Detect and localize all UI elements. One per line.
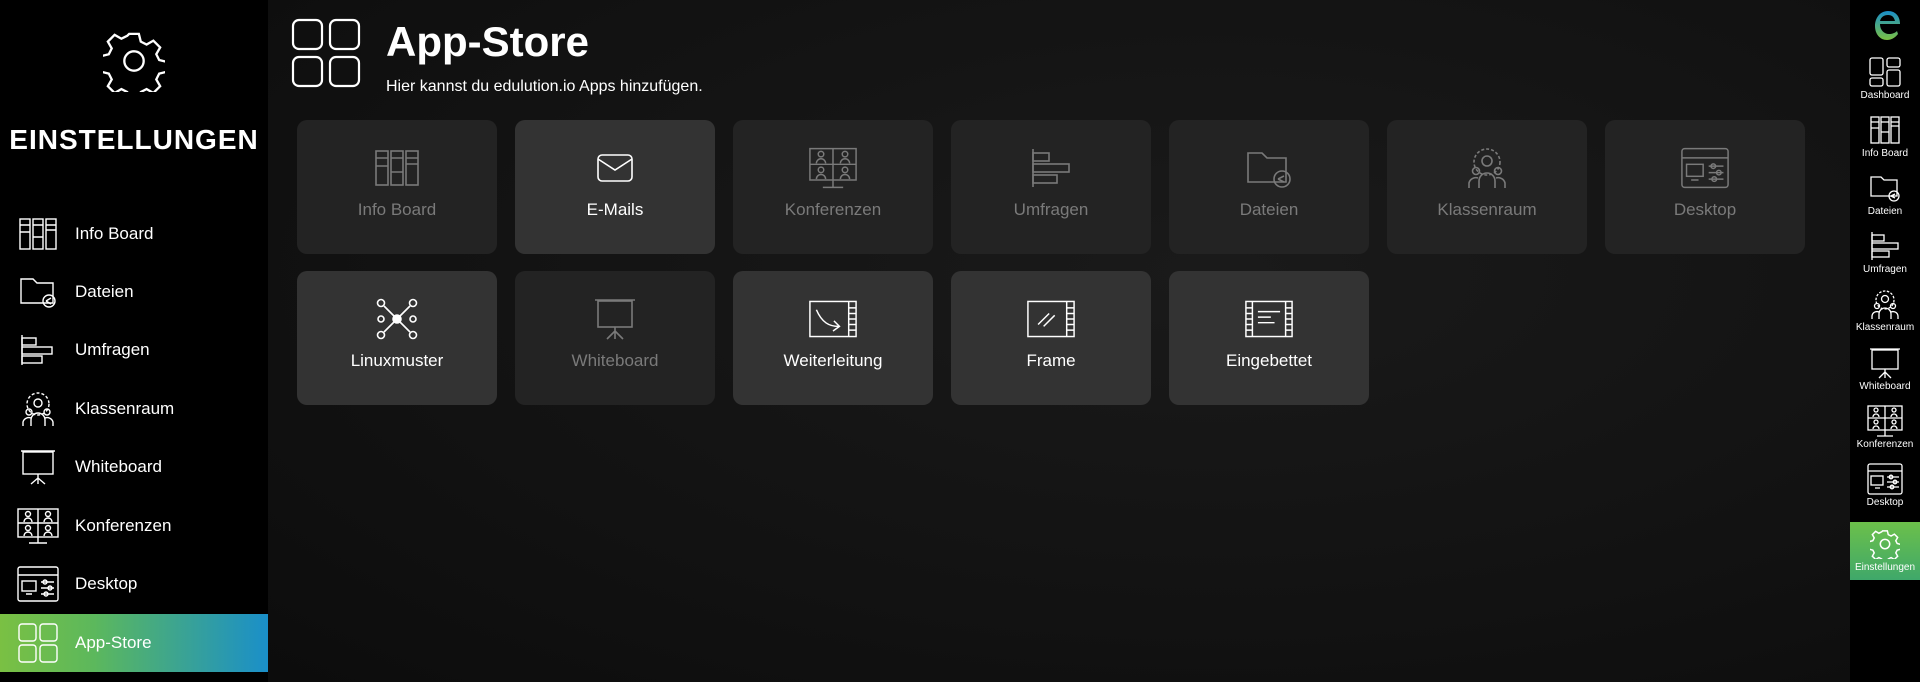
rail-item-desktop[interactable]: Desktop (1850, 457, 1920, 515)
sidebar-item-klassenraum[interactable]: Klassenraum (0, 380, 268, 438)
app-tile-konferenzen[interactable]: Konferenzen (733, 120, 933, 254)
app-store-icon (291, 18, 361, 88)
embedded-icon (1245, 297, 1293, 341)
sidebar-item-dateien[interactable]: Dateien (0, 263, 268, 321)
sidebar-item-label: Umfragen (75, 340, 150, 359)
app-tile-label: E-Mails (586, 200, 644, 219)
rail-item-label: Dateien (1867, 206, 1903, 217)
mail-icon (591, 146, 639, 190)
classroom-icon (1867, 288, 1903, 320)
linuxmuster-network-icon (373, 297, 421, 341)
rail-item-label: Klassenraum (1855, 322, 1915, 333)
sidebar-title: EINSTELLUNGEN (9, 124, 259, 155)
rail-item-whiteboard[interactable]: Whiteboard (1850, 341, 1920, 399)
rail-item-label: Whiteboard (1859, 381, 1911, 392)
info-board-icon (373, 146, 421, 190)
page-title: App-Store (386, 18, 589, 65)
app-tile-label: Eingebettet (1225, 351, 1312, 370)
app-tile-label: Info Board (357, 200, 437, 219)
sidebar-item-umfragen[interactable]: Umfragen (0, 321, 268, 379)
sidebar-item-desktop[interactable]: Desktop (0, 555, 268, 613)
frame-icon (1027, 297, 1075, 341)
gear-icon (103, 32, 165, 92)
sidebar-item-whiteboard[interactable]: Whiteboard (0, 438, 268, 496)
app-tile-linuxmuster[interactable]: Linuxmuster (297, 271, 497, 405)
app-tile-frame[interactable]: Frame (951, 271, 1151, 405)
app-tile-klassenraum[interactable]: Klassenraum (1387, 120, 1587, 254)
app-tile-label: Dateien (1239, 200, 1299, 219)
app-tile-e-mails[interactable]: E-Mails (515, 120, 715, 254)
rail-item-umfragen[interactable]: Umfragen (1850, 224, 1920, 282)
survey-bars-icon (1027, 146, 1075, 190)
edulution-logo-icon (1875, 11, 1900, 40)
sidebar-item-info-board[interactable]: Info Board (0, 205, 268, 263)
desktop-icon (1867, 463, 1903, 495)
app-tile-label: Linuxmuster (350, 351, 444, 370)
app-tile-whiteboard[interactable]: Whiteboard (515, 271, 715, 405)
sidebar-item-label: Info Board (75, 224, 154, 243)
whiteboard-icon (591, 297, 639, 341)
sidebar-item-label: App-Store (75, 633, 152, 652)
gear-icon (1867, 528, 1903, 560)
rail-item-label: Dashboard (1860, 90, 1910, 101)
conference-icon (1867, 405, 1903, 437)
rail-item-dashboard[interactable]: Dashboard (1850, 50, 1920, 108)
rail-item-label: Konferenzen (1856, 439, 1914, 450)
survey-bars-icon (17, 329, 59, 371)
app-tile-label: Desktop (1673, 200, 1737, 219)
folder-share-icon (17, 271, 59, 313)
desktop-icon (17, 563, 59, 605)
info-board-icon (1867, 114, 1903, 146)
sidebar-item-konferenzen[interactable]: Konferenzen (0, 497, 268, 555)
dashboard-icon (1867, 56, 1903, 88)
app-tile-info-board[interactable]: Info Board (297, 120, 497, 254)
rail-item-label: Einstellungen (1854, 562, 1916, 573)
rail-item-label: Info Board (1861, 148, 1909, 159)
rail-item-info-board[interactable]: Info Board (1850, 108, 1920, 166)
survey-bars-icon (1867, 230, 1903, 262)
classroom-icon (1463, 146, 1511, 190)
info-board-icon (17, 213, 59, 255)
conference-icon (809, 146, 857, 190)
folder-share-icon (1867, 172, 1903, 204)
classroom-icon (17, 388, 59, 430)
sidebar-item-label: Klassenraum (75, 399, 175, 418)
rail-item-label: Umfragen (1863, 264, 1907, 275)
app-store-icon (17, 622, 59, 664)
sidebar-item-label: Konferenzen (75, 516, 172, 535)
rail-item-konferenzen[interactable]: Konferenzen (1850, 399, 1920, 457)
rail-item-label: Desktop (1866, 497, 1904, 508)
whiteboard-icon (17, 446, 59, 488)
app-tile-dateien[interactable]: Dateien (1169, 120, 1369, 254)
app-tile-label: Klassenraum (1437, 200, 1537, 219)
sidebar-item-label: Desktop (75, 574, 138, 593)
folder-share-icon (1245, 146, 1293, 190)
conference-icon (17, 505, 59, 547)
whiteboard-icon (1867, 347, 1903, 379)
rail-item-klassenraum[interactable]: Klassenraum (1850, 282, 1920, 340)
sidebar-item-label: Whiteboard (75, 457, 162, 476)
page-subtitle: Hier kannst du edulution.io Apps hinzufü… (386, 78, 703, 95)
app-tile-eingebettet[interactable]: Eingebettet (1169, 271, 1369, 405)
rail-item-dateien[interactable]: Dateien (1850, 166, 1920, 224)
app-tile-label: Whiteboard (571, 351, 659, 370)
sidebar-item-app-store[interactable]: App-Store (0, 614, 268, 672)
app-tile-label: Konferenzen (784, 200, 882, 219)
app-tile-label: Weiterleitung (783, 351, 883, 370)
app-tile-umfragen[interactable]: Umfragen (951, 120, 1151, 254)
app-tile-label: Frame (1026, 351, 1076, 370)
forwarding-icon (809, 297, 857, 341)
rail-item-einstellungen[interactable]: Einstellungen (1850, 522, 1920, 580)
app-tile-desktop[interactable]: Desktop (1605, 120, 1805, 254)
sidebar-item-label: Dateien (75, 282, 134, 301)
app-tile-weiterleitung[interactable]: Weiterleitung (733, 271, 933, 405)
desktop-icon (1681, 146, 1729, 190)
app-tile-label: Umfragen (1013, 200, 1089, 219)
